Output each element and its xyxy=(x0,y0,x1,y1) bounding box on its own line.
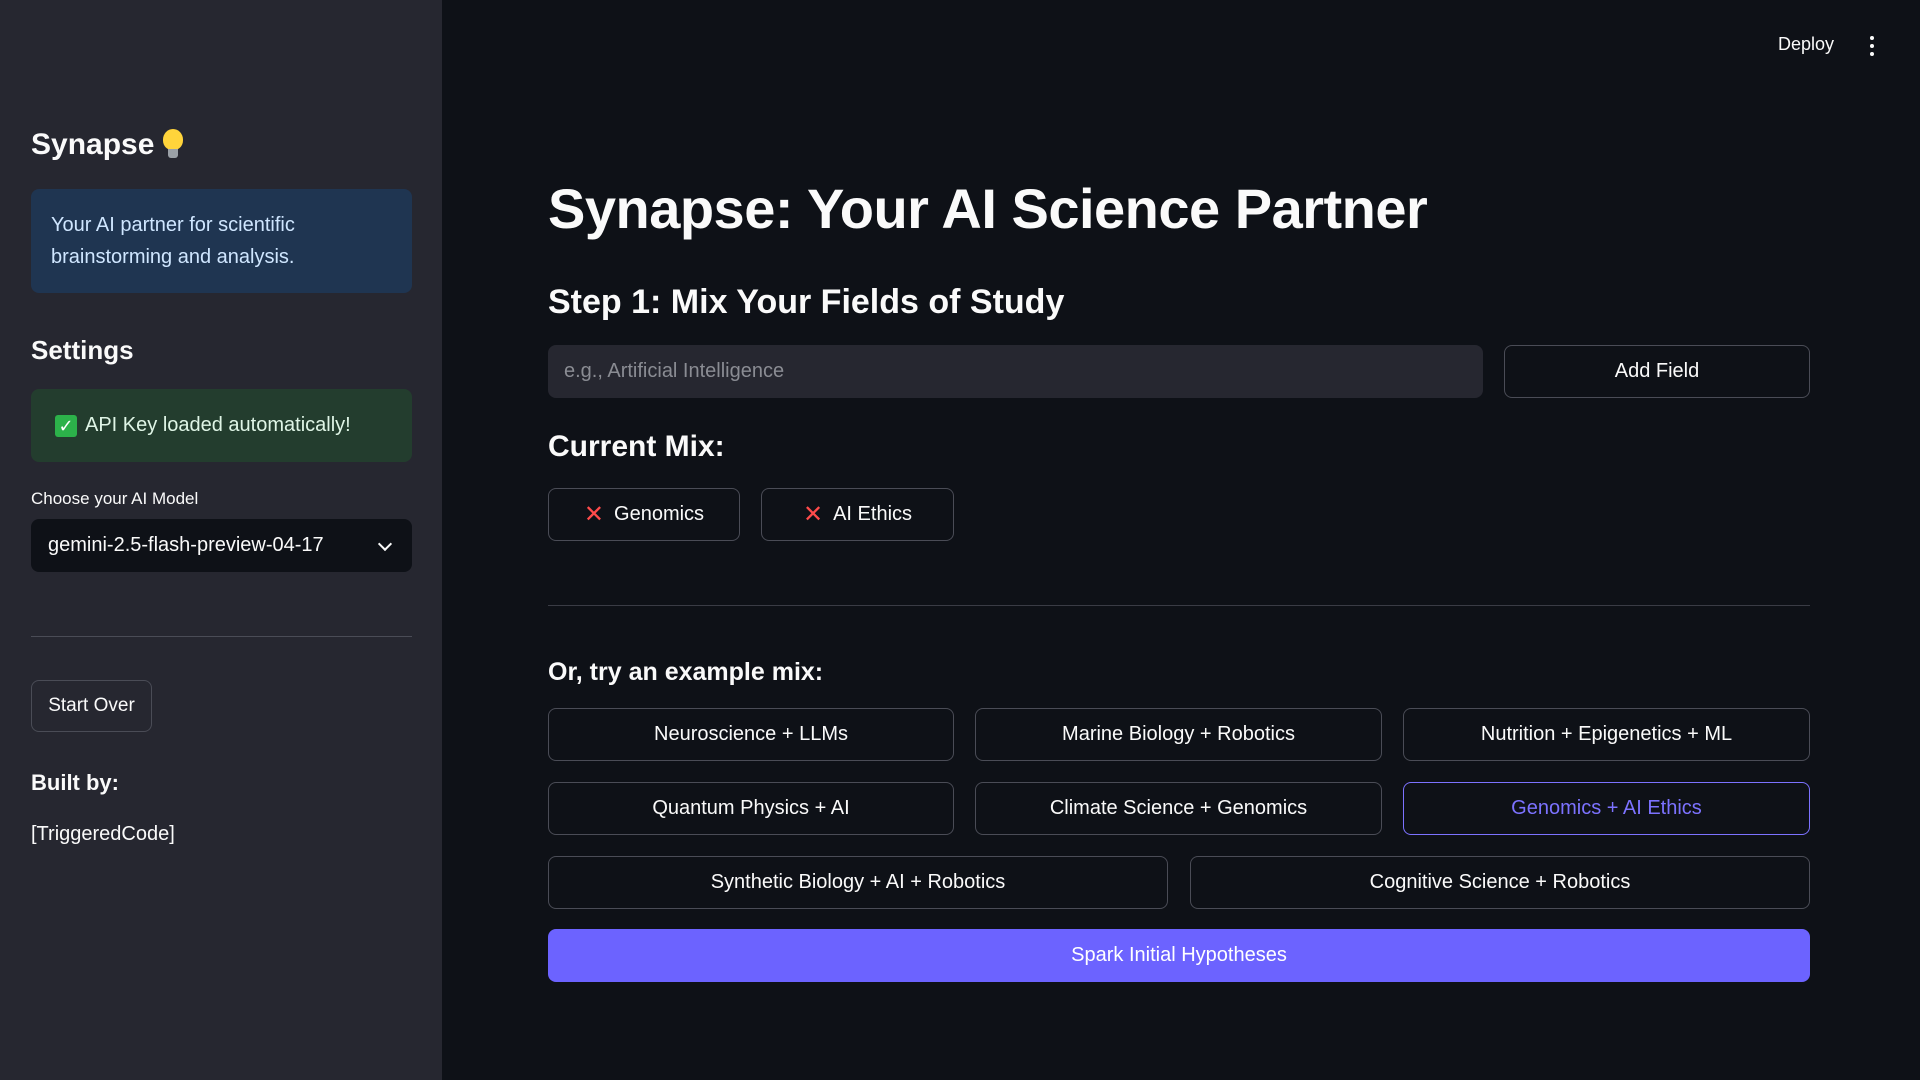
deploy-button[interactable]: Deploy xyxy=(1778,34,1834,55)
info-box: Your AI partner for scientific brainstor… xyxy=(31,189,412,293)
add-field-button[interactable]: Add Field xyxy=(1504,345,1810,398)
chevron-down-icon xyxy=(377,536,393,552)
model-select-label: Choose your AI Model xyxy=(31,489,199,508)
built-by-heading: Built by: xyxy=(31,770,119,795)
model-select-value: gemini-2.5-flash-preview-04-17 xyxy=(48,534,324,556)
mix-chip-label: Genomics xyxy=(614,503,705,525)
lightbulb-icon xyxy=(162,129,184,161)
sidebar-title: Synapse xyxy=(31,128,184,162)
mix-chip-label: AI Ethics xyxy=(833,503,913,525)
success-alert: ✓ API Key loaded automatically! xyxy=(31,389,412,462)
example-button[interactable]: Climate Science + Genomics xyxy=(975,782,1382,835)
mix-chip-ai-ethics[interactable]: ✕ AI Ethics xyxy=(761,488,954,541)
more-vertical-icon[interactable] xyxy=(1868,36,1876,56)
example-button[interactable]: Neuroscience + LLMs xyxy=(548,708,954,761)
step1-heading: Step 1: Mix Your Fields of Study xyxy=(548,283,1065,321)
sidebar-divider xyxy=(31,636,412,637)
example-button[interactable]: Synthetic Biology + AI + Robotics xyxy=(548,856,1168,909)
mix-chip-genomics[interactable]: ✕ Genomics xyxy=(548,488,740,541)
main-content: Deploy Synapse: Your AI Science Partner … xyxy=(442,0,1920,1080)
settings-heading: Settings xyxy=(31,335,134,365)
start-over-button[interactable]: Start Over xyxy=(31,680,152,732)
example-heading: Or, try an example mix: xyxy=(548,658,824,686)
page-title: Synapse: Your AI Science Partner xyxy=(548,177,1428,240)
built-by-name: [TriggeredCode] xyxy=(31,823,175,845)
close-icon: ✕ xyxy=(802,500,824,528)
spark-hypotheses-button[interactable]: Spark Initial Hypotheses xyxy=(548,929,1810,982)
check-box-icon: ✓ xyxy=(55,414,77,437)
example-button[interactable]: Nutrition + Epigenetics + ML xyxy=(1403,708,1810,761)
success-message: API Key loaded automatically! xyxy=(85,414,351,436)
sidebar-title-text: Synapse xyxy=(31,128,155,161)
example-button[interactable]: Quantum Physics + AI xyxy=(548,782,954,835)
example-button-active[interactable]: Genomics + AI Ethics xyxy=(1403,782,1810,835)
close-icon: ✕ xyxy=(583,500,605,528)
example-button[interactable]: Cognitive Science + Robotics xyxy=(1190,856,1810,909)
example-button[interactable]: Marine Biology + Robotics xyxy=(975,708,1382,761)
section-divider xyxy=(548,605,1810,606)
field-input[interactable] xyxy=(548,345,1483,398)
sidebar: Synapse Your AI partner for scientific b… xyxy=(0,0,442,1080)
model-select[interactable]: gemini-2.5-flash-preview-04-17 xyxy=(31,519,412,572)
current-mix-heading: Current Mix: xyxy=(548,430,725,463)
